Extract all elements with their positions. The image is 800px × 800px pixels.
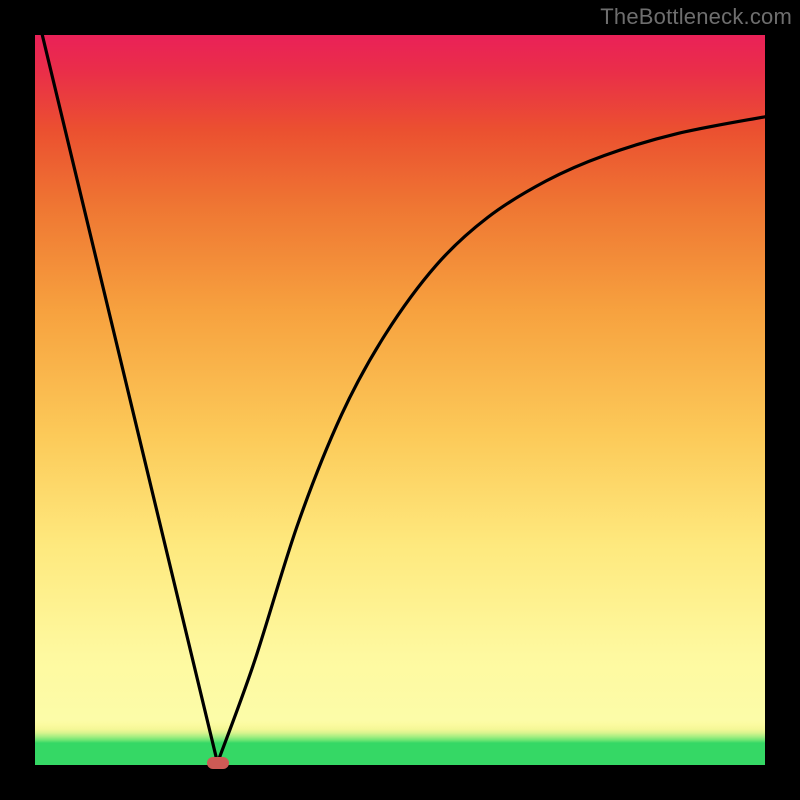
bottleneck-curve — [42, 35, 765, 763]
plot-area — [35, 35, 765, 765]
curve-svg — [35, 35, 765, 765]
min-marker — [207, 757, 229, 769]
watermark-text: TheBottleneck.com — [600, 4, 792, 30]
chart-root: TheBottleneck.com — [0, 0, 800, 800]
